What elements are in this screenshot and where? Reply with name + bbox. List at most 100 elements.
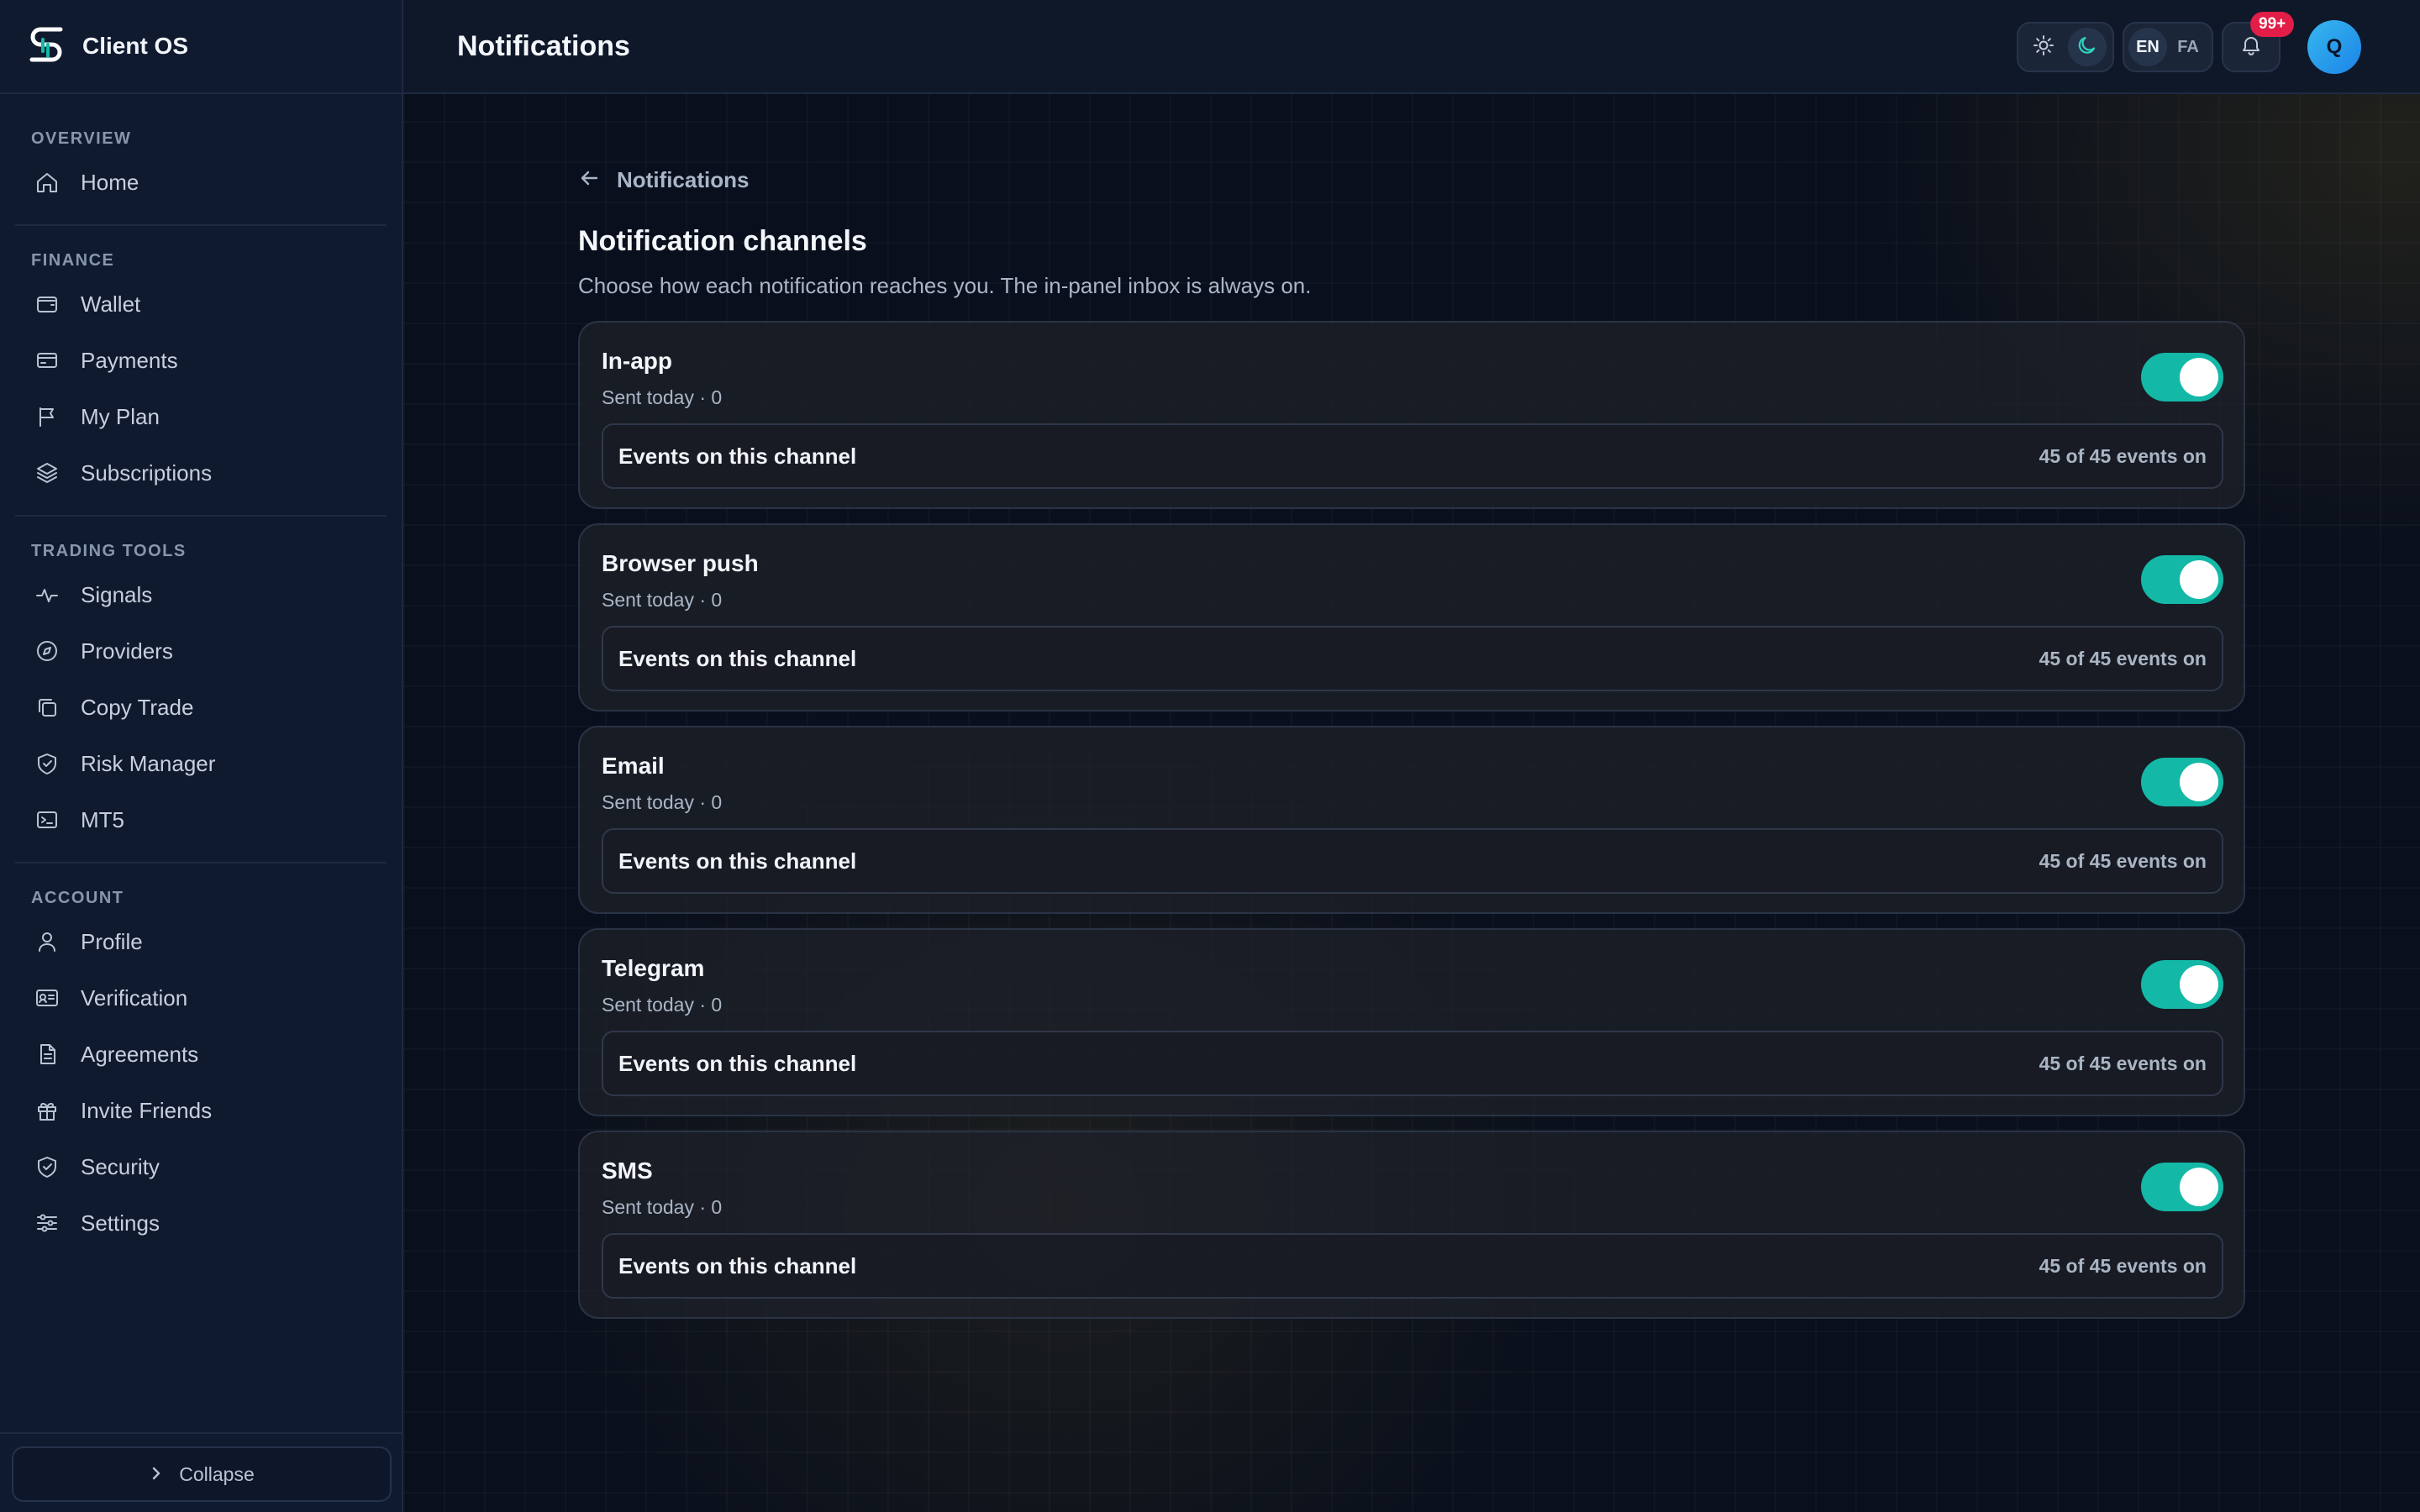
channel-events-row[interactable]: Events on this channel 45 of 45 events on <box>602 1031 2223 1096</box>
id-card-icon <box>33 984 61 1012</box>
events-label: Events on this channel <box>618 848 857 874</box>
sidebar-item-verification[interactable]: Verification <box>15 973 387 1023</box>
topbar: Notifications EN FA 99+ Q <box>403 0 2420 94</box>
sidebar-item-label: Settings <box>81 1210 160 1236</box>
channel-card: In-app Sent today · 0 Events on this chann… <box>578 321 2245 509</box>
sidebar-item-label: MT5 <box>81 806 124 832</box>
sidebar-item-home[interactable]: Home <box>15 157 387 207</box>
bell-icon <box>2239 34 2263 61</box>
page-title: Notifications <box>457 29 630 62</box>
gift-icon <box>33 1096 61 1125</box>
sidebar-item-wallet[interactable]: Wallet <box>15 279 387 329</box>
sidebar-section-title: ACCOUNT <box>31 889 124 907</box>
channel-toggle[interactable] <box>2141 555 2223 604</box>
brand[interactable]: Client OS <box>0 0 402 94</box>
wallet-icon <box>33 290 61 318</box>
channel-events-row[interactable]: Events on this channel 45 of 45 events on <box>602 1233 2223 1299</box>
activity-icon <box>33 580 61 609</box>
sidebar-item-label: Home <box>81 169 139 195</box>
channel-events-row[interactable]: Events on this channel 45 of 45 events on <box>602 626 2223 691</box>
sun-icon <box>2033 34 2054 60</box>
sidebar-item-signals[interactable]: Signals <box>15 570 387 620</box>
lang-fa-button[interactable]: FA <box>2169 28 2207 66</box>
chevron-right-icon <box>149 1463 164 1486</box>
notification-count-badge: 99+ <box>2250 12 2295 37</box>
sidebar: Client OS OVERVIEW Home FINANCE Wallet Payme… <box>0 0 403 1512</box>
section-description: Choose how each notification reaches you… <box>578 273 1312 298</box>
toggle-knob <box>2180 763 2218 801</box>
collapse-button[interactable]: Collapse <box>12 1446 392 1502</box>
lang-en-button[interactable]: EN <box>2128 28 2167 66</box>
back-link[interactable]: Notifications <box>578 160 2245 200</box>
shield-check-icon <box>33 1152 61 1181</box>
dark-theme-button[interactable] <box>2068 28 2107 66</box>
sidebar-item-label: Agreements <box>81 1041 199 1067</box>
user-avatar[interactable]: Q <box>2307 20 2361 74</box>
channel-name: Telegram <box>602 955 705 981</box>
channel-card: Telegram Sent today · 0 Events on this cha… <box>578 928 2245 1116</box>
events-label: Events on this channel <box>618 1050 857 1076</box>
events-count: 45 of 45 events on <box>2039 1052 2207 1074</box>
section-heading: Notification channels <box>578 225 867 257</box>
channel-toggle[interactable] <box>2141 1163 2223 1211</box>
channel-name: Email <box>602 753 665 779</box>
sidebar-section-title: OVERVIEW <box>31 129 132 148</box>
layers-icon <box>33 459 61 487</box>
sidebar-item-profile[interactable]: Profile <box>15 916 387 967</box>
channel-toggle[interactable] <box>2141 353 2223 402</box>
home-icon <box>33 168 61 197</box>
copy-icon <box>33 693 61 722</box>
channel-name: In-app <box>602 348 672 374</box>
channel-sent-today: Sent today · 0 <box>602 386 723 408</box>
sidebar-nav: OVERVIEW Home FINANCE Wallet Payments My Plan… <box>0 94 402 1248</box>
channel-toggle[interactable] <box>2141 758 2223 806</box>
channel-sent-today: Sent today · 0 <box>602 791 723 813</box>
sliders-icon <box>33 1209 61 1237</box>
sidebar-item-label: Invite Friends <box>81 1097 213 1123</box>
theme-switcher <box>2017 22 2114 72</box>
events-count: 45 of 45 events on <box>2039 849 2207 872</box>
sidebar-item-subscriptions[interactable]: Subscriptions <box>15 448 387 498</box>
sidebar-divider <box>15 515 387 517</box>
channel-card: Browser push Sent today · 0 Events on this… <box>578 523 2245 711</box>
toggle-knob <box>2180 1168 2218 1206</box>
sidebar-divider <box>0 1432 402 1434</box>
sidebar-item-label: Wallet <box>81 291 141 317</box>
logo-icon <box>27 23 66 70</box>
light-theme-button[interactable] <box>2024 28 2063 66</box>
events-label: Events on this channel <box>618 1252 857 1278</box>
channel-toggle[interactable] <box>2141 960 2223 1009</box>
sidebar-item-security[interactable]: Security <box>15 1142 387 1192</box>
sidebar-item-label: Copy Trade <box>81 694 194 720</box>
sidebar-item-label: Profile <box>81 928 143 954</box>
sidebar-item-copy-trade[interactable]: Copy Trade <box>15 682 387 732</box>
sidebar-item-label: Payments <box>81 347 178 373</box>
sidebar-item-label: Verification <box>81 984 188 1011</box>
sidebar-item-providers[interactable]: Providers <box>15 626 387 676</box>
channel-sent-today: Sent today · 0 <box>602 589 723 611</box>
events-count: 45 of 45 events on <box>2039 647 2207 669</box>
sidebar-item-payments[interactable]: Payments <box>15 335 387 386</box>
app-root: Client OS OVERVIEW Home FINANCE Wallet Payme… <box>0 0 2420 1512</box>
notification-settings: Notifications Notification channels Choo… <box>578 160 2245 1333</box>
events-count: 45 of 45 events on <box>2039 1254 2207 1277</box>
sidebar-item-mt5[interactable]: MT5 <box>15 795 387 845</box>
collapse-label: Collapse <box>179 1462 255 1485</box>
flag-icon <box>33 402 61 431</box>
sidebar-item-label: Signals <box>81 581 153 607</box>
sidebar-item-settings[interactable]: Settings <box>15 1198 387 1248</box>
events-label: Events on this channel <box>618 443 857 469</box>
sidebar-section-title: FINANCE <box>31 251 115 270</box>
sidebar-item-my-plan[interactable]: My Plan <box>15 391 387 442</box>
sidebar-item-label: Subscriptions <box>81 459 213 486</box>
events-label: Events on this channel <box>618 645 857 671</box>
channel-events-row[interactable]: Events on this channel 45 of 45 events on <box>602 423 2223 489</box>
sidebar-item-invite-friends[interactable]: Invite Friends <box>15 1085 387 1136</box>
toggle-knob <box>2180 358 2218 396</box>
language-switcher: EN FA <box>2123 22 2213 72</box>
sidebar-item-risk-manager[interactable]: Risk Manager <box>15 738 387 789</box>
sidebar-item-label: Providers <box>81 638 173 664</box>
channel-events-row[interactable]: Events on this channel 45 of 45 events on <box>602 828 2223 894</box>
sidebar-item-agreements[interactable]: Agreements <box>15 1029 387 1079</box>
channel-sent-today: Sent today · 0 <box>602 994 723 1016</box>
